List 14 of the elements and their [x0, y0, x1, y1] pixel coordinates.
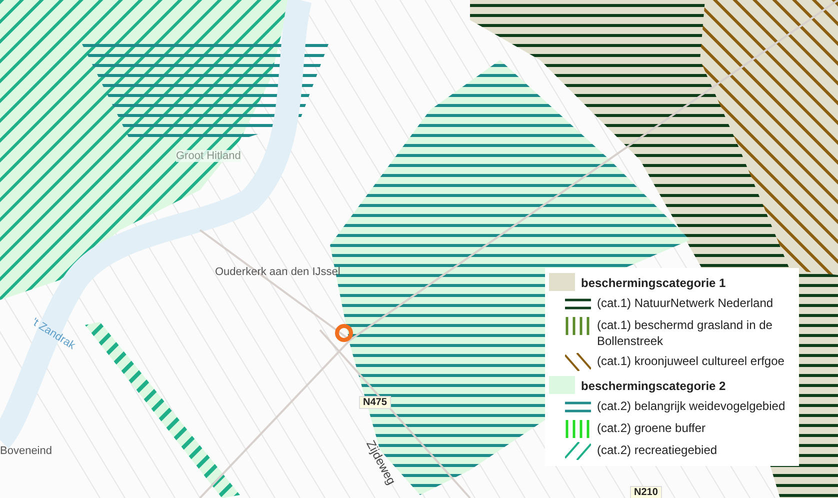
- legend-label: (cat.2) belangrijk weidevogelgebied: [597, 398, 786, 414]
- legend-label: (cat.1) beschermd grasland in de Bollenstreek: [597, 317, 774, 349]
- legend-heading: beschermingscategorie 1: [581, 275, 726, 291]
- place-label: Ouderkerk aan den IJssel: [215, 266, 340, 278]
- legend-heading: beschermingscategorie 2: [581, 378, 726, 394]
- legend-label: (cat.1) NatuurNetwerk Nederland: [597, 295, 774, 311]
- place-label: Boveneind: [0, 445, 52, 457]
- legend-label: (cat.1) kroonjuweel cultureel erfgoe: [597, 353, 784, 369]
- place-label: Groot Hitland: [176, 150, 241, 162]
- legend-label: (cat.2) groene buffer: [597, 420, 706, 436]
- road-number-label: N210: [630, 486, 662, 498]
- road-number-label: N475: [359, 396, 391, 409]
- location-marker-icon: [334, 323, 354, 343]
- legend-label: (cat.2) recreatiegebied: [597, 442, 718, 458]
